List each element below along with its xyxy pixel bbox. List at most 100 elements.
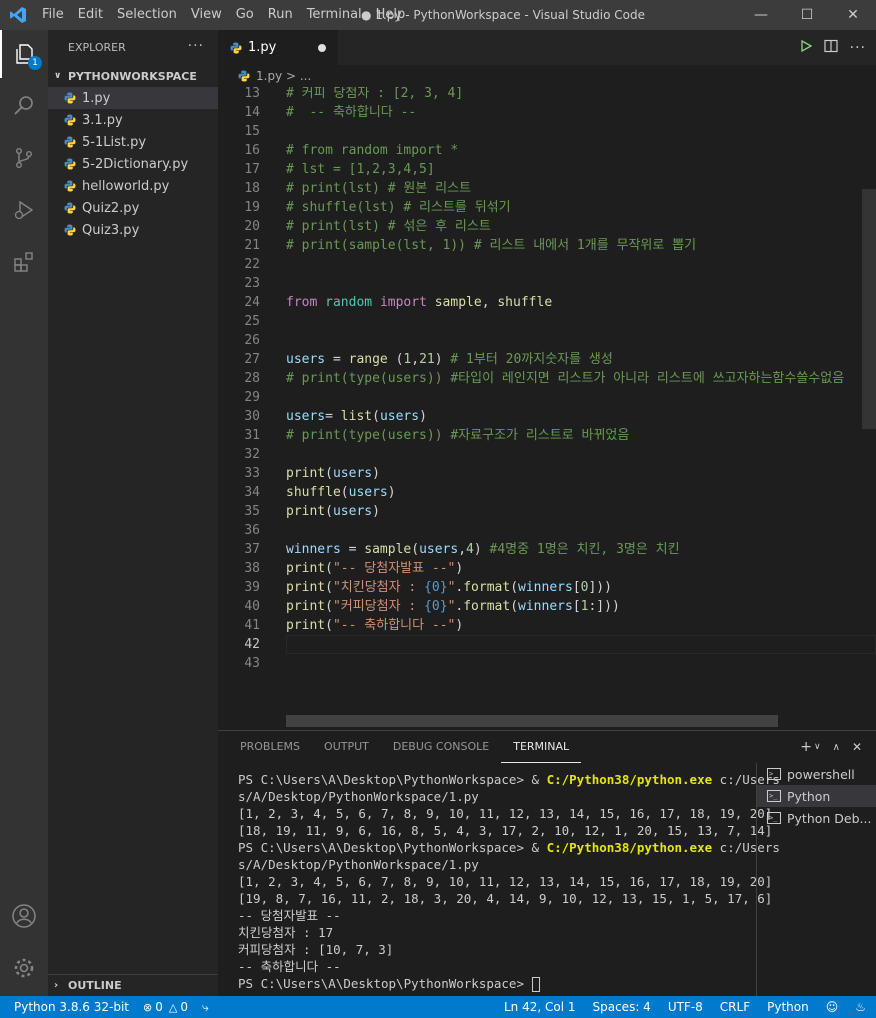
run-file-icon[interactable] (800, 39, 812, 56)
terminal-output[interactable]: PS C:\Users\A\Desktop\PythonWorkspace> &… (238, 771, 780, 997)
more-actions-icon[interactable]: ··· (850, 40, 866, 56)
file-item[interactable]: 1.py (48, 87, 218, 109)
file-list: 1.py 3.1.py 5-1List.py 5-2Dictionary.py hell… (48, 87, 218, 241)
live-share-icon[interactable]: ⤷ (202, 1000, 209, 1015)
vertical-scrollbar[interactable] (862, 189, 876, 429)
minimize-icon[interactable]: — (738, 0, 784, 30)
line-number: 18 (244, 181, 260, 196)
code-line[interactable]: # print(lst) # 섞은 후 리스트 (286, 217, 491, 236)
more-actions-icon[interactable]: ··· (188, 38, 204, 54)
code-line[interactable]: # lst = [1,2,3,4,5] (286, 160, 435, 179)
tab-debug-console[interactable]: DEBUG CONSOLE (381, 731, 501, 763)
code-line[interactable]: # print(sample(lst, 1)) # 리스트 내에서 1개를 무작… (286, 236, 696, 255)
encoding[interactable]: UTF-8 (668, 1000, 703, 1014)
terminal-line: s/A/Desktop/PythonWorkspace/1.py (238, 857, 479, 872)
menu-edit[interactable]: Edit (71, 0, 110, 30)
problems-status[interactable]: ⊗ 0 △ 0 (143, 1000, 188, 1014)
code-line[interactable]: winners = sample(users,4) #4명중 1명은 치킨, 3… (286, 540, 680, 559)
python-file-icon (230, 42, 242, 54)
code-line[interactable]: # 커피 당첨자 : [2, 3, 4] (286, 87, 463, 103)
outline-section[interactable]: › OUTLINE (48, 974, 218, 996)
menu-selection[interactable]: Selection (110, 0, 184, 30)
menu-help[interactable]: Help (369, 0, 413, 30)
tab-terminal[interactable]: TERMINAL (501, 731, 582, 763)
breadcrumb-path[interactable]: 1.py > ... (256, 69, 311, 83)
code-line[interactable]: print(users) (286, 464, 380, 483)
menu-bar: File Edit Selection View Go Run Terminal… (35, 0, 412, 30)
file-item[interactable]: Quiz3.py (48, 219, 218, 241)
feedback-icon[interactable]: ☺ (826, 1000, 839, 1014)
line-number: 29 (244, 390, 260, 405)
run-debug-icon[interactable] (0, 186, 48, 234)
extensions-icon[interactable] (0, 238, 48, 286)
code-line[interactable]: # print(lst) # 원본 리스트 (286, 179, 471, 198)
file-name: Quiz3.py (82, 222, 140, 238)
code-line[interactable]: from random import sample, shuffle (286, 293, 552, 312)
menu-view[interactable]: View (184, 0, 229, 30)
editor-tabs: 1.py ··· (218, 30, 876, 65)
line-endings[interactable]: CRLF (720, 1000, 750, 1014)
maximize-icon[interactable]: ☐ (784, 0, 830, 30)
terminal-icon: >_ (767, 812, 781, 824)
folder-header[interactable]: ∨ PYTHONWORKSPACE (48, 65, 218, 87)
menu-terminal[interactable]: Terminal (300, 0, 369, 30)
code-line[interactable]: users = range (1,21) # 1부터 20까지숫자를 생성 (286, 350, 613, 369)
unsaved-dot-icon[interactable] (318, 44, 326, 52)
code-line[interactable]: print("-- 당첨자발표 --") (286, 559, 463, 578)
terminal-instance[interactable]: >_ powershell (757, 763, 876, 785)
python-file-icon (238, 70, 250, 82)
terminal-line: [1, 2, 3, 4, 5, 6, 7, 8, 9, 10, 11, 12, … (238, 806, 773, 821)
code-line[interactable]: print("치킨당첨자 : {0}".format(winners[0])) (286, 578, 612, 597)
code-line[interactable]: print(users) (286, 502, 380, 521)
file-item[interactable]: Quiz2.py (48, 197, 218, 219)
code-line[interactable]: users= list(users) (286, 407, 427, 426)
file-item[interactable]: 5-2Dictionary.py (48, 153, 218, 175)
terminal-instance[interactable]: >_ Python Deb... (757, 807, 876, 829)
horizontal-scrollbar[interactable] (286, 715, 778, 727)
code-line[interactable]: print("커피당첨자 : {0}".format(winners[1:])) (286, 597, 620, 616)
chevron-down-icon[interactable]: ∨ (814, 742, 821, 752)
code-line[interactable]: # -- 축하합니다 -- (286, 103, 416, 122)
code-line[interactable]: shuffle(users) (286, 483, 396, 502)
code-line[interactable]: # print(type(users)) #자료구조가 리스트로 바뀌었음 (286, 426, 629, 445)
file-item[interactable]: helloworld.py (48, 175, 218, 197)
menu-run[interactable]: Run (261, 0, 300, 30)
gear-icon[interactable] (0, 944, 48, 992)
new-terminal-icon[interactable]: + (800, 739, 812, 755)
line-number: 37 (244, 542, 260, 557)
code-area[interactable]: 13 # 커피 당첨자 : [2, 3, 4] 14 # -- 축하합니다 -- 15 1… (218, 87, 876, 730)
line-number: 27 (244, 352, 260, 367)
vscode-logo-icon (0, 0, 35, 30)
code-line[interactable]: # shuffle(lst) # 리스트를 뒤섞기 (286, 198, 511, 217)
terminal-line: -- 축하합니다 -- (238, 959, 341, 974)
tab-output[interactable]: OUTPUT (312, 731, 381, 763)
code-line[interactable]: # from random import * (286, 141, 458, 160)
file-item[interactable]: 3.1.py (48, 109, 218, 131)
code-line[interactable]: # print(type(users)) #타입이 레인지면 리스트가 아니라 … (286, 369, 844, 388)
current-line-highlight (286, 635, 876, 654)
terminal-instance[interactable]: >_ Python (757, 785, 876, 807)
cursor-position[interactable]: Ln 42, Col 1 (504, 1000, 576, 1014)
code-line[interactable]: print("-- 축하합니다 --") (286, 616, 463, 635)
terminal-line: 치킨당첨자 : 17 (238, 925, 334, 940)
language-mode[interactable]: Python (767, 1000, 809, 1014)
line-number: 15 (244, 124, 260, 139)
line-number: 24 (244, 295, 260, 310)
split-editor-icon[interactable] (824, 39, 838, 57)
file-item[interactable]: 5-1List.py (48, 131, 218, 153)
explorer-icon[interactable]: 1 (0, 30, 48, 78)
account-icon[interactable] (0, 892, 48, 940)
indentation[interactable]: Spaces: 4 (593, 1000, 651, 1014)
python-interpreter[interactable]: Python 3.8.6 32-bit (14, 1000, 129, 1014)
tab-problems[interactable]: PROBLEMS (228, 731, 312, 763)
terminal-list: >_ powershell >_ Python >_ Python Deb... (756, 763, 876, 997)
close-icon[interactable]: ✕ (830, 0, 876, 30)
tab-1py[interactable]: 1.py (218, 30, 338, 65)
menu-go[interactable]: Go (229, 0, 261, 30)
close-panel-icon[interactable]: ✕ (852, 740, 862, 754)
source-control-icon[interactable] (0, 134, 48, 182)
menu-file[interactable]: File (35, 0, 71, 30)
search-icon[interactable] (0, 82, 48, 130)
chevron-up-icon[interactable]: ∧ (833, 742, 840, 753)
notifications-icon[interactable]: ♨ (855, 1000, 866, 1014)
